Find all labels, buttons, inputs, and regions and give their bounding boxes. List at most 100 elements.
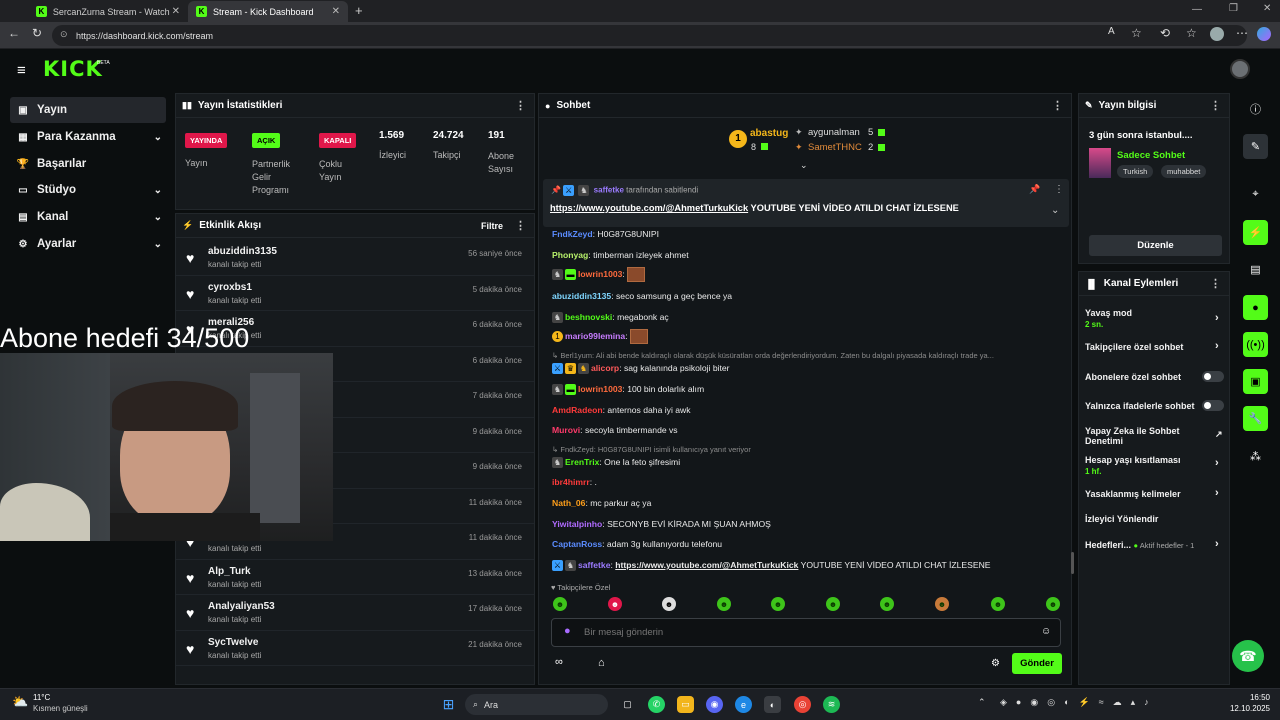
chat-username[interactable]: Murovi <box>552 425 580 435</box>
emote-button[interactable]: ☻ <box>935 597 949 611</box>
info-icon[interactable]: ⓘ <box>1243 96 1268 121</box>
windows-start-icon[interactable]: ⊞ <box>440 696 457 713</box>
chat-link[interactable]: https://www.youtube.com/@AhmetTurkuKick <box>615 560 798 570</box>
chat-username[interactable]: abuziddin3135 <box>552 291 611 301</box>
event-username[interactable]: SycTwelve <box>208 637 258 648</box>
kick-logo[interactable]: KICK <box>43 57 103 81</box>
more-options-icon[interactable]: ⋮ <box>515 219 526 232</box>
top-gifter-name[interactable]: abastug <box>750 128 788 139</box>
chat-username[interactable]: Nath_06 <box>552 498 585 508</box>
chat-input-box[interactable]: ● ☺ <box>551 618 1061 647</box>
subscribers-only-toggle[interactable] <box>1202 371 1224 382</box>
store-icon[interactable]: ⌂ <box>598 657 605 669</box>
infinity-icon[interactable]: ∞ <box>555 656 563 668</box>
chat-scrollbar[interactable] <box>1071 552 1074 574</box>
category-name[interactable]: Sadece Sohbet <box>1117 150 1185 161</box>
category-thumbnail[interactable] <box>1089 148 1111 178</box>
chat-username[interactable]: ibr4himrr <box>552 477 590 487</box>
chevron-down-icon[interactable]: ⌄ <box>1051 205 1059 216</box>
wrench-icon[interactable]: 🔧 <box>1243 406 1268 431</box>
chat-username[interactable]: Yiwitalpinho <box>552 519 602 529</box>
sidebar-item-yayin[interactable]: ▣ Yayın <box>10 97 166 123</box>
sidebar-item-kanal[interactable]: ▤ Kanal ⌄ <box>10 204 166 230</box>
reply-context[interactable]: ↳ Berl1yum: Ali abi bende kaldıraçlı ola… <box>552 351 994 360</box>
weather-temp[interactable]: 11°C <box>33 693 50 702</box>
tray-icons[interactable]: ◈●◉◎◐⚡≈☁▴♪ <box>1000 697 1158 708</box>
close-tab-icon[interactable]: ✕ <box>332 6 340 17</box>
leaderboard-expand-icon[interactable]: ⌄ <box>800 160 808 171</box>
support-chat-icon[interactable]: ☎ <box>1232 640 1264 672</box>
event-username[interactable]: Analyaliyan53 <box>208 601 275 612</box>
url-field[interactable]: ⊙ https://dashboard.kick.com/stream <box>52 25 1247 46</box>
browser-tab[interactable]: K SercanZurna Stream - Watch Live ✕ <box>28 1 188 22</box>
edit-button[interactable]: Düzenle <box>1089 235 1222 256</box>
user-avatar[interactable] <box>1230 59 1250 79</box>
chat-username[interactable]: beshnovski <box>565 312 612 322</box>
chat-username[interactable]: CaptanRoss <box>552 539 602 549</box>
sidebar-item-studyo[interactable]: ▭ Stüdyo ⌄ <box>10 177 166 203</box>
chat-username[interactable]: lowrin1003 <box>578 269 622 279</box>
hamburger-menu-icon[interactable]: ≡ <box>17 62 26 79</box>
emote-only-toggle[interactable] <box>1202 400 1224 411</box>
top-gifter-name[interactable]: aygunalman <box>808 127 860 138</box>
pinned-by-user[interactable]: saffetke <box>594 186 624 195</box>
chat-username[interactable]: lowrin1003 <box>578 384 622 394</box>
reload-icon[interactable]: ↻ <box>32 26 42 40</box>
event-username[interactable]: Alp_Turk <box>208 566 251 577</box>
pinned-link[interactable]: https://www.youtube.com/@AhmetTurkuKick <box>550 203 748 213</box>
favorite-star-icon[interactable]: ☆ <box>1131 26 1142 40</box>
weather-desc[interactable]: Kısmen güneşli <box>33 704 88 713</box>
unpin-icon[interactable]: 📌 <box>1029 184 1040 195</box>
lightning-icon[interactable]: ⚡ <box>1243 220 1268 245</box>
microphone-icon[interactable]: ● <box>564 625 571 637</box>
reply-context[interactable]: ↳ FndkZeyd: H0G87G8UNIPI isimli kullanıc… <box>552 445 751 454</box>
account-age-row[interactable]: Hesap yaşı kısıtlaması 1 hf. › <box>1085 455 1219 476</box>
tray-expand-icon[interactable]: ⌃ <box>978 697 986 708</box>
obs-icon[interactable]: ◐ <box>764 696 781 713</box>
send-button[interactable]: Gönder <box>1012 653 1062 674</box>
chrome-icon[interactable]: ◎ <box>794 696 811 713</box>
close-tab-icon[interactable]: ✕ <box>172 6 180 17</box>
copilot-icon[interactable] <box>1257 27 1271 41</box>
task-view-icon[interactable]: ▢ <box>619 696 636 713</box>
read-aloud-icon[interactable]: A <box>1108 26 1115 37</box>
emote-button[interactable]: ☻ <box>991 597 1005 611</box>
chat-message-input[interactable] <box>584 624 1024 641</box>
broadcast-signal-icon[interactable]: ((•)) <box>1243 332 1268 357</box>
apps-icon[interactable]: ⁂ <box>1243 444 1268 469</box>
more-options-icon[interactable]: ⋮ <box>1210 99 1221 112</box>
taskbar-date[interactable]: 12.10.2025 <box>1226 704 1270 713</box>
collections-icon[interactable]: ☆ <box>1186 26 1197 40</box>
emote-button[interactable]: ☻ <box>880 597 894 611</box>
filter-button[interactable]: Filtre <box>481 221 503 231</box>
chat-username[interactable]: Phonyag <box>552 250 588 260</box>
chat-username[interactable]: AmdRadeon <box>552 405 603 415</box>
emote-button[interactable]: ☻ <box>553 597 567 611</box>
chat-settings-gear-icon[interactable]: ⚙ <box>991 658 1000 669</box>
emote-button[interactable]: ☻ <box>662 597 676 611</box>
event-username[interactable]: cyroxbs1 <box>208 282 252 293</box>
edge-icon[interactable]: e <box>735 696 752 713</box>
edit-pencil-icon[interactable]: ✎ <box>1243 134 1268 159</box>
sidebar-item-basarilar[interactable]: 🏆 Başarılar <box>10 151 166 177</box>
goals-row[interactable]: Hedefleri... ● Aktif hedefler - 1 › <box>1085 538 1219 550</box>
file-explorer-icon[interactable]: ▭ <box>677 696 694 713</box>
browser-tab-active[interactable]: K Stream - Kick Dashboard ✕ <box>188 1 348 22</box>
minimize-icon[interactable]: — <box>1192 4 1202 15</box>
banned-words-row[interactable]: Yasaklanmış kelimeler › <box>1085 487 1219 499</box>
emote-button[interactable]: ☻ <box>826 597 840 611</box>
more-icon[interactable]: ⋯ <box>1236 26 1248 40</box>
profile-avatar[interactable] <box>1210 27 1224 41</box>
emoji-picker-icon[interactable]: ☺ <box>1041 626 1051 637</box>
emote-button[interactable]: ☻ <box>771 597 785 611</box>
chat-username[interactable]: FndkZeyd <box>552 229 593 239</box>
slow-mode-row[interactable]: Yavaş mod 2 sn. › <box>1085 308 1219 329</box>
notes-icon[interactable]: ▤ <box>1243 257 1268 282</box>
extensions-icon[interactable]: ⟲ <box>1160 26 1170 40</box>
maximize-icon[interactable]: ❐ <box>1229 3 1238 14</box>
stats-icon[interactable]: ▣ <box>1243 369 1268 394</box>
more-options-icon[interactable]: ⋮ <box>515 99 526 112</box>
top-gifter-name[interactable]: SametTHNC <box>808 142 862 153</box>
weather-icon[interactable]: ⛅ <box>12 694 28 710</box>
chat-username[interactable]: saffetke <box>578 560 610 570</box>
